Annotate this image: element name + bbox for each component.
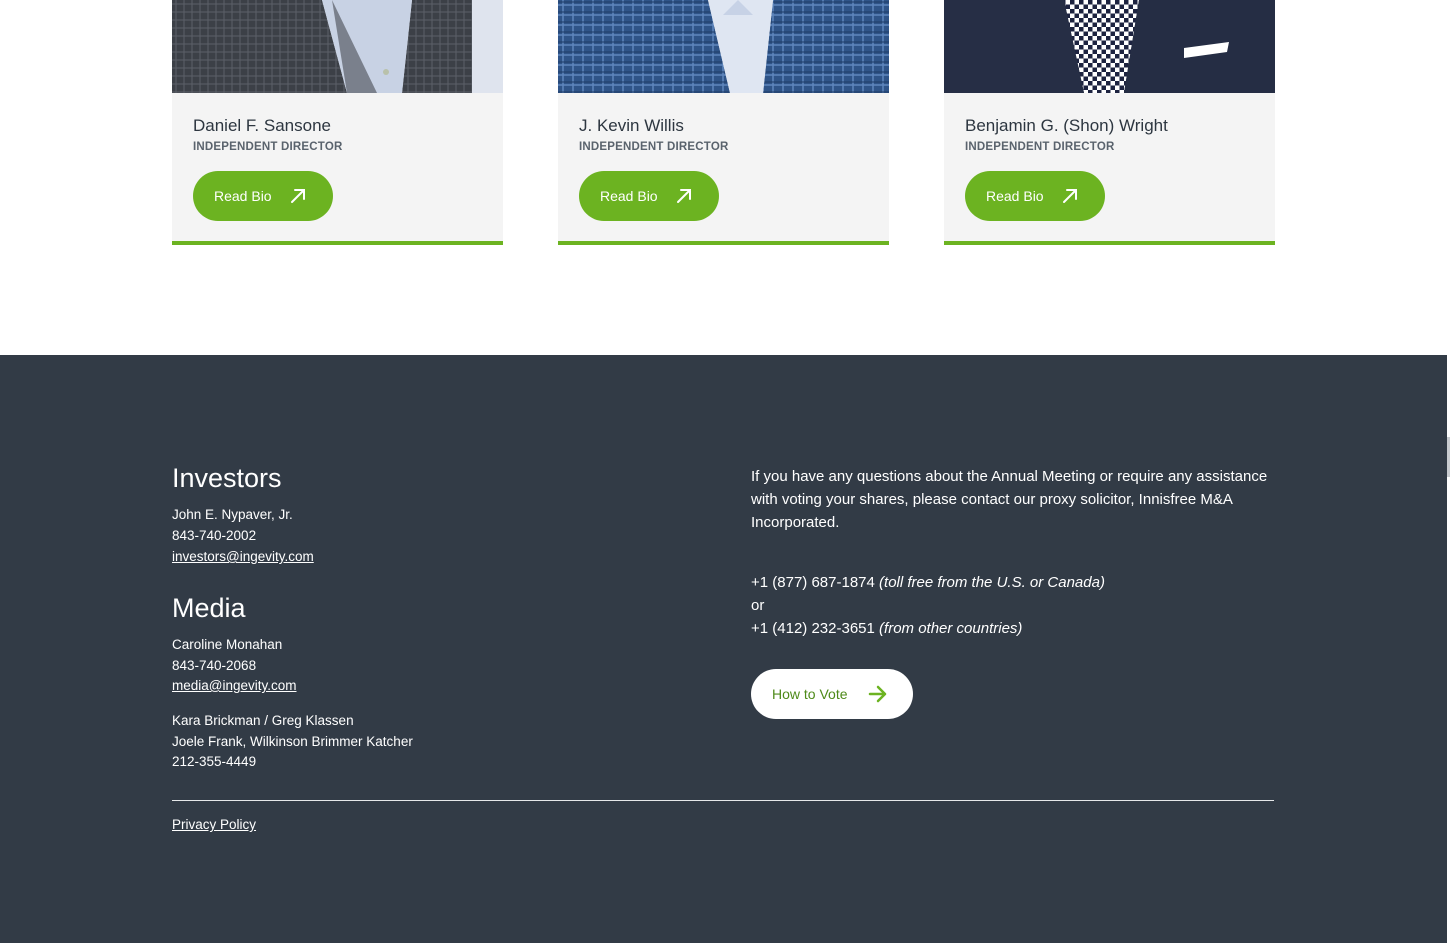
media-agency: Joele Frank, Wilkinson Brimmer Katcher xyxy=(172,734,413,749)
arrow-right-icon xyxy=(868,685,887,703)
arrow-up-right-icon xyxy=(291,189,305,203)
footer-divider xyxy=(172,800,1274,801)
read-bio-label: Read Bio xyxy=(986,188,1044,204)
read-bio-label: Read Bio xyxy=(600,188,658,204)
director-card: Benjamin G. (Shon) Wright INDEPENDENT DI… xyxy=(944,0,1275,245)
media-agency-phone: 212-355-4449 xyxy=(172,754,257,769)
proxy-or: or xyxy=(751,597,765,614)
arrow-up-right-icon xyxy=(1063,189,1077,203)
investors-phone: 843-740-2002 xyxy=(172,528,257,543)
investors-contact: John E. Nypaver, Jr. xyxy=(172,507,293,522)
read-bio-button[interactable]: Read Bio xyxy=(193,171,333,221)
media-contact: Caroline Monahan xyxy=(172,637,283,652)
director-role: INDEPENDENT DIRECTOR xyxy=(193,141,343,153)
proxy-phone-tollfree: +1 (877) 687-1874 (toll free from the U.… xyxy=(751,574,1105,591)
directors-section: Daniel F. Sansone INDEPENDENT DIRECTOR R… xyxy=(0,0,1450,355)
director-role: INDEPENDENT DIRECTOR xyxy=(579,141,729,153)
read-bio-button[interactable]: Read Bio xyxy=(579,171,719,221)
privacy-policy-link[interactable]: Privacy Policy xyxy=(172,817,256,832)
director-name: J. Kevin Willis xyxy=(579,116,684,135)
read-bio-label: Read Bio xyxy=(214,188,272,204)
director-name: Daniel F. Sansone xyxy=(193,116,331,135)
read-bio-button[interactable]: Read Bio xyxy=(965,171,1105,221)
director-name: Benjamin G. (Shon) Wright xyxy=(965,116,1168,135)
director-role: INDEPENDENT DIRECTOR xyxy=(965,141,1115,153)
how-to-vote-label: How to Vote xyxy=(772,686,848,702)
director-photo xyxy=(172,0,503,93)
media-phone: 843-740-2068 xyxy=(172,658,257,673)
media-email-link[interactable]: media@ingevity.com xyxy=(172,678,297,693)
footer: Investors John E. Nypaver, Jr. 843-740-2… xyxy=(0,355,1447,943)
proxy-phone-intl: +1 (412) 232-3651 (from other countries) xyxy=(751,620,1022,637)
how-to-vote-button[interactable]: How to Vote xyxy=(751,669,913,719)
arrow-up-right-icon xyxy=(677,189,691,203)
director-card: J. Kevin Willis INDEPENDENT DIRECTOR Rea… xyxy=(558,0,889,245)
director-photo xyxy=(558,0,889,93)
proxy-phone-number: +1 (412) 232-3651 xyxy=(751,620,875,637)
proxy-phone-note: (from other countries) xyxy=(879,620,1023,637)
proxy-phone-note: (toll free from the U.S. or Canada) xyxy=(879,574,1105,591)
investors-heading: Investors xyxy=(172,463,282,493)
media-agency-contacts: Kara Brickman / Greg Klassen xyxy=(172,713,354,728)
proxy-phone-number: +1 (877) 687-1874 xyxy=(751,574,875,591)
investors-email-link[interactable]: investors@ingevity.com xyxy=(172,549,314,564)
director-photo xyxy=(944,0,1275,93)
proxy-text: If you have any questions about the Annu… xyxy=(751,468,1268,531)
media-heading: Media xyxy=(172,593,246,623)
director-card: Daniel F. Sansone INDEPENDENT DIRECTOR R… xyxy=(172,0,503,245)
